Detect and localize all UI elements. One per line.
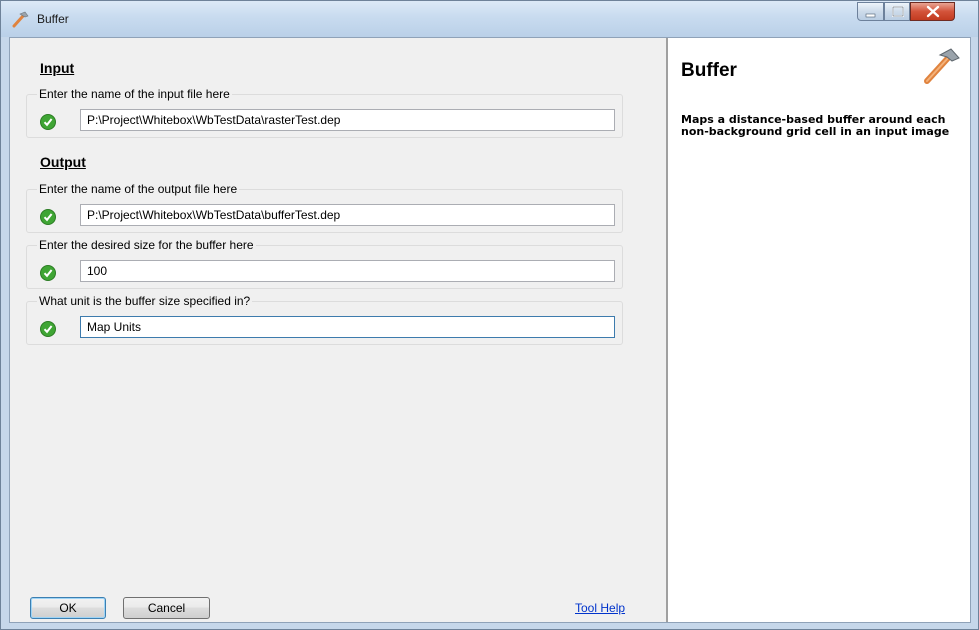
tool-help-link[interactable]: Tool Help — [575, 601, 625, 615]
help-title: Buffer — [681, 60, 737, 81]
window-title: Buffer — [37, 12, 69, 26]
help-description: Maps a distance-based buffer around each… — [681, 113, 950, 138]
buffer-size-group: Enter the desired size for the buffer he… — [26, 238, 623, 289]
hammer-icon — [12, 11, 29, 28]
input-file-field[interactable]: P:\Project\Whitebox\WbTestData\rasterTes… — [80, 109, 615, 131]
close-button[interactable] — [910, 2, 955, 21]
buffer-unit-label: What unit is the buffer size specified i… — [37, 294, 253, 308]
buffer-unit-group: What unit is the buffer size specified i… — [26, 294, 623, 345]
output-file-field[interactable]: P:\Project\Whitebox\WbTestData\bufferTes… — [80, 204, 615, 226]
check-circle-icon — [40, 265, 56, 281]
input-heading: Input — [40, 60, 75, 76]
output-heading: Output — [40, 154, 86, 170]
input-file-label: Enter the name of the input file here — [37, 87, 232, 101]
buffer-unit-field[interactable]: Map Units — [80, 316, 615, 338]
buffer-size-field[interactable]: 100 — [80, 260, 615, 282]
maximize-button[interactable] — [884, 2, 910, 21]
check-circle-icon — [40, 209, 56, 225]
maximize-icon — [892, 6, 904, 17]
output-file-label: Enter the name of the output file here — [37, 182, 240, 196]
output-file-group: Enter the name of the output file here P… — [26, 182, 623, 233]
hammer-icon — [924, 48, 960, 84]
close-icon — [926, 5, 940, 18]
check-circle-icon — [40, 321, 56, 337]
tool-dialog-window: Buffer Input Enter the name of the input… — [0, 0, 979, 630]
title-bar[interactable]: Buffer — [1, 1, 978, 37]
minimize-icon — [865, 13, 876, 18]
minimize-button[interactable] — [857, 2, 884, 21]
input-file-group: Enter the name of the input file here P:… — [26, 87, 623, 138]
help-panel: Buffer Maps a distance-based buffer arou… — [669, 38, 970, 622]
check-circle-icon — [40, 114, 56, 130]
ok-button[interactable]: OK — [30, 597, 106, 619]
parameters-panel: Input Enter the name of the input file h… — [10, 38, 667, 622]
cancel-button[interactable]: Cancel — [123, 597, 210, 619]
dialog-client-area: Input Enter the name of the input file h… — [9, 37, 971, 623]
buffer-size-label: Enter the desired size for the buffer he… — [37, 238, 256, 252]
